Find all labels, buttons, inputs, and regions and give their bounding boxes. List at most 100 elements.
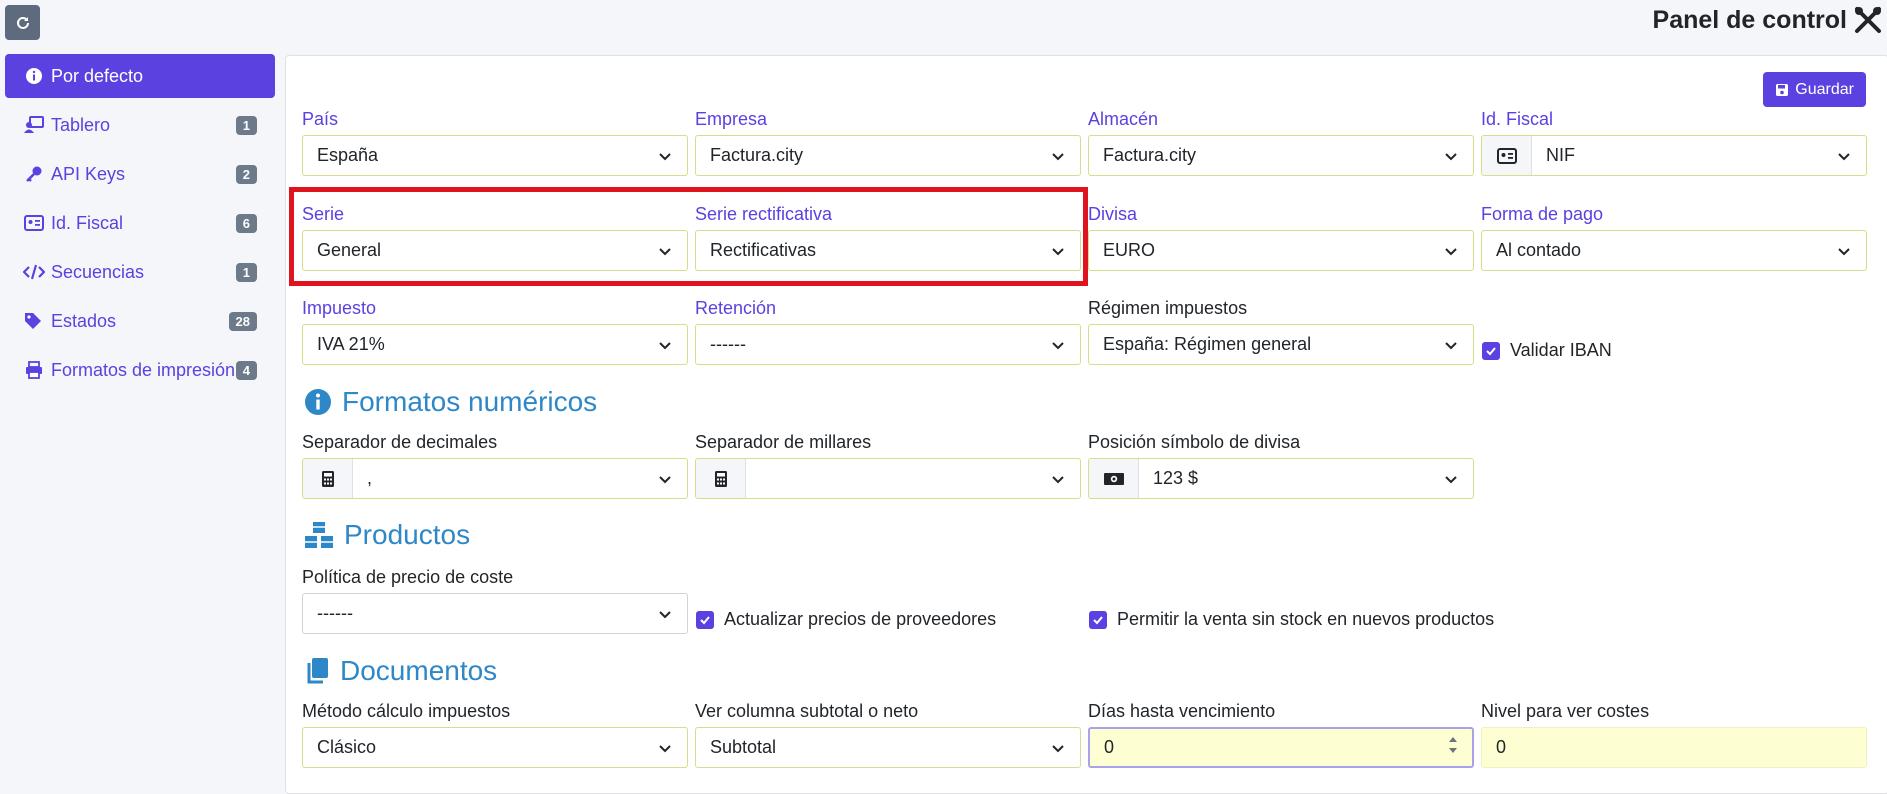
number-spinner-icon[interactable] — [1448, 735, 1458, 755]
dias-vencimiento-input[interactable]: 0 — [1088, 727, 1474, 768]
nivel-costes-input[interactable]: 0 — [1481, 727, 1867, 768]
tags-icon — [23, 310, 45, 332]
separador-millares-select[interactable] — [695, 458, 1081, 499]
dias-vencimiento-value: 0 — [1104, 737, 1115, 757]
divisa-value: EURO — [1103, 240, 1156, 260]
almacen-value: Factura.city — [1103, 145, 1197, 165]
regimen-select[interactable]: España: Régimen general — [1088, 324, 1474, 365]
refresh-icon — [16, 16, 29, 29]
idfiscal-select[interactable]: NIF — [1481, 135, 1867, 176]
chevron-down-icon — [659, 476, 671, 484]
divisa-select[interactable]: EURO — [1088, 230, 1474, 271]
save-icon — [1776, 83, 1789, 96]
chevron-down-icon — [659, 342, 671, 350]
chevron-down-icon — [659, 611, 671, 619]
metodo-calculo-value: Clásico — [317, 737, 377, 757]
sidebar-item-por-defecto[interactable]: Por defecto — [5, 54, 275, 98]
pais-select[interactable]: España — [302, 135, 688, 176]
code-icon — [23, 261, 45, 283]
politica-precio-select[interactable]: ------ — [302, 593, 688, 634]
sidebar-item-label: Id. Fiscal — [51, 212, 124, 233]
key-icon — [23, 163, 45, 185]
sidebar-item-id-fiscal[interactable]: Id. Fiscal 6 — [5, 201, 275, 245]
sidebar-item-api-keys[interactable]: API Keys 2 — [5, 152, 275, 196]
section-formatos-numericos: Formatos numéricos — [304, 386, 597, 418]
separador-decimales-select[interactable]: , — [302, 458, 688, 499]
regimen-value: España: Régimen general — [1103, 334, 1312, 354]
section-documentos: Documentos — [304, 655, 497, 687]
section-title: Productos — [344, 519, 471, 550]
pais-label: País — [302, 109, 339, 129]
posicion-divisa-label: Posición símbolo de divisa — [1088, 432, 1301, 452]
politica-precio-value: ------ — [317, 603, 353, 623]
almacen-select[interactable]: Factura.city — [1088, 135, 1474, 176]
metodo-calculo-label: Método cálculo impuestos — [302, 701, 511, 721]
forma-pago-value: Al contado — [1496, 240, 1582, 260]
metodo-calculo-select[interactable]: Clásico — [302, 727, 688, 768]
sidebar-item-estados[interactable]: Estados 28 — [5, 299, 275, 343]
impuesto-select[interactable]: IVA 21% — [302, 324, 688, 365]
forma-pago-label: Forma de pago — [1481, 204, 1604, 224]
tools-icon — [1855, 7, 1881, 33]
section-productos: Productos — [304, 519, 470, 551]
refresh-button[interactable] — [5, 5, 40, 40]
chevron-down-icon — [1052, 342, 1064, 350]
sidebar-item-label: Tablero — [51, 114, 111, 135]
separador-decimales-value: , — [367, 468, 373, 488]
pais-value: España — [317, 145, 379, 165]
idfiscal-label: Id. Fiscal — [1481, 109, 1554, 129]
count-badge: 28 — [228, 312, 257, 331]
actualizar-precios-checkbox[interactable]: Actualizar precios de proveedores — [696, 609, 996, 630]
impuesto-value: IVA 21% — [317, 334, 385, 354]
chevron-down-icon — [1838, 248, 1850, 256]
calculator-icon — [303, 459, 353, 498]
empresa-select[interactable]: Factura.city — [695, 135, 1081, 176]
highlight-box — [289, 187, 1088, 286]
sidebar-item-secuencias[interactable]: Secuencias 1 — [5, 250, 275, 294]
id-card-icon — [1482, 136, 1532, 175]
chevron-down-icon — [1838, 153, 1850, 161]
save-button-label: Guardar — [1795, 80, 1854, 98]
divisa-label: Divisa — [1088, 204, 1138, 224]
count-badge: 4 — [235, 361, 257, 380]
retencion-select[interactable]: ------ — [695, 324, 1081, 365]
validar-iban-checkbox[interactable]: Validar IBAN — [1482, 340, 1612, 361]
chevron-down-icon — [1445, 342, 1457, 350]
sidebar-item-label: Por defecto — [51, 65, 144, 86]
columna-subtotal-label: Ver columna subtotal o neto — [695, 701, 919, 721]
separador-millares-label: Separador de millares — [695, 432, 872, 452]
checkbox-checked-icon — [1089, 610, 1107, 629]
count-badge: 2 — [235, 165, 257, 184]
save-button[interactable]: Guardar — [1763, 72, 1866, 107]
politica-precio-label: Política de precio de coste — [302, 567, 514, 587]
id-card-icon — [23, 212, 45, 234]
sidebar-item-label: Secuencias — [51, 261, 145, 282]
chevron-down-icon — [1445, 248, 1457, 256]
count-badge: 1 — [235, 263, 257, 282]
checkbox-checked-icon — [1482, 341, 1500, 360]
chalkboard-user-icon — [23, 114, 45, 136]
forma-pago-select[interactable]: Al contado — [1481, 230, 1867, 271]
settings-panel: Guardar País España Empresa Factura.city… — [285, 55, 1887, 794]
permitir-venta-label: Permitir la venta sin stock en nuevos pr… — [1117, 609, 1495, 629]
columna-subtotal-value: Subtotal — [710, 737, 777, 757]
chevron-down-icon — [1445, 476, 1457, 484]
permitir-venta-checkbox[interactable]: Permitir la venta sin stock en nuevos pr… — [1089, 609, 1494, 630]
nivel-costes-value: 0 — [1496, 737, 1507, 757]
actualizar-precios-label: Actualizar precios de proveedores — [724, 609, 997, 629]
dias-vencimiento-label: Días hasta vencimiento — [1088, 701, 1276, 721]
validar-iban-label: Validar IBAN — [1510, 340, 1612, 360]
sidebar: Por defecto Tablero 1 API Keys 2 Id. Fis… — [5, 54, 275, 397]
sidebar-item-label: API Keys — [51, 163, 126, 184]
print-icon — [23, 359, 45, 381]
copy-icon — [307, 658, 328, 684]
columna-subtotal-select[interactable]: Subtotal — [695, 727, 1081, 768]
sidebar-item-tablero[interactable]: Tablero 1 — [5, 103, 275, 147]
page-title: Panel de control — [1652, 6, 1847, 34]
section-title: Formatos numéricos — [342, 386, 598, 417]
sidebar-item-formatos-impresion[interactable]: Formatos de impresión 4 — [5, 348, 275, 392]
posicion-divisa-select[interactable]: 123 $ — [1088, 458, 1474, 499]
chevron-down-icon — [1052, 745, 1064, 753]
chevron-down-icon — [1052, 476, 1064, 484]
sidebar-item-label: Estados — [51, 310, 117, 331]
